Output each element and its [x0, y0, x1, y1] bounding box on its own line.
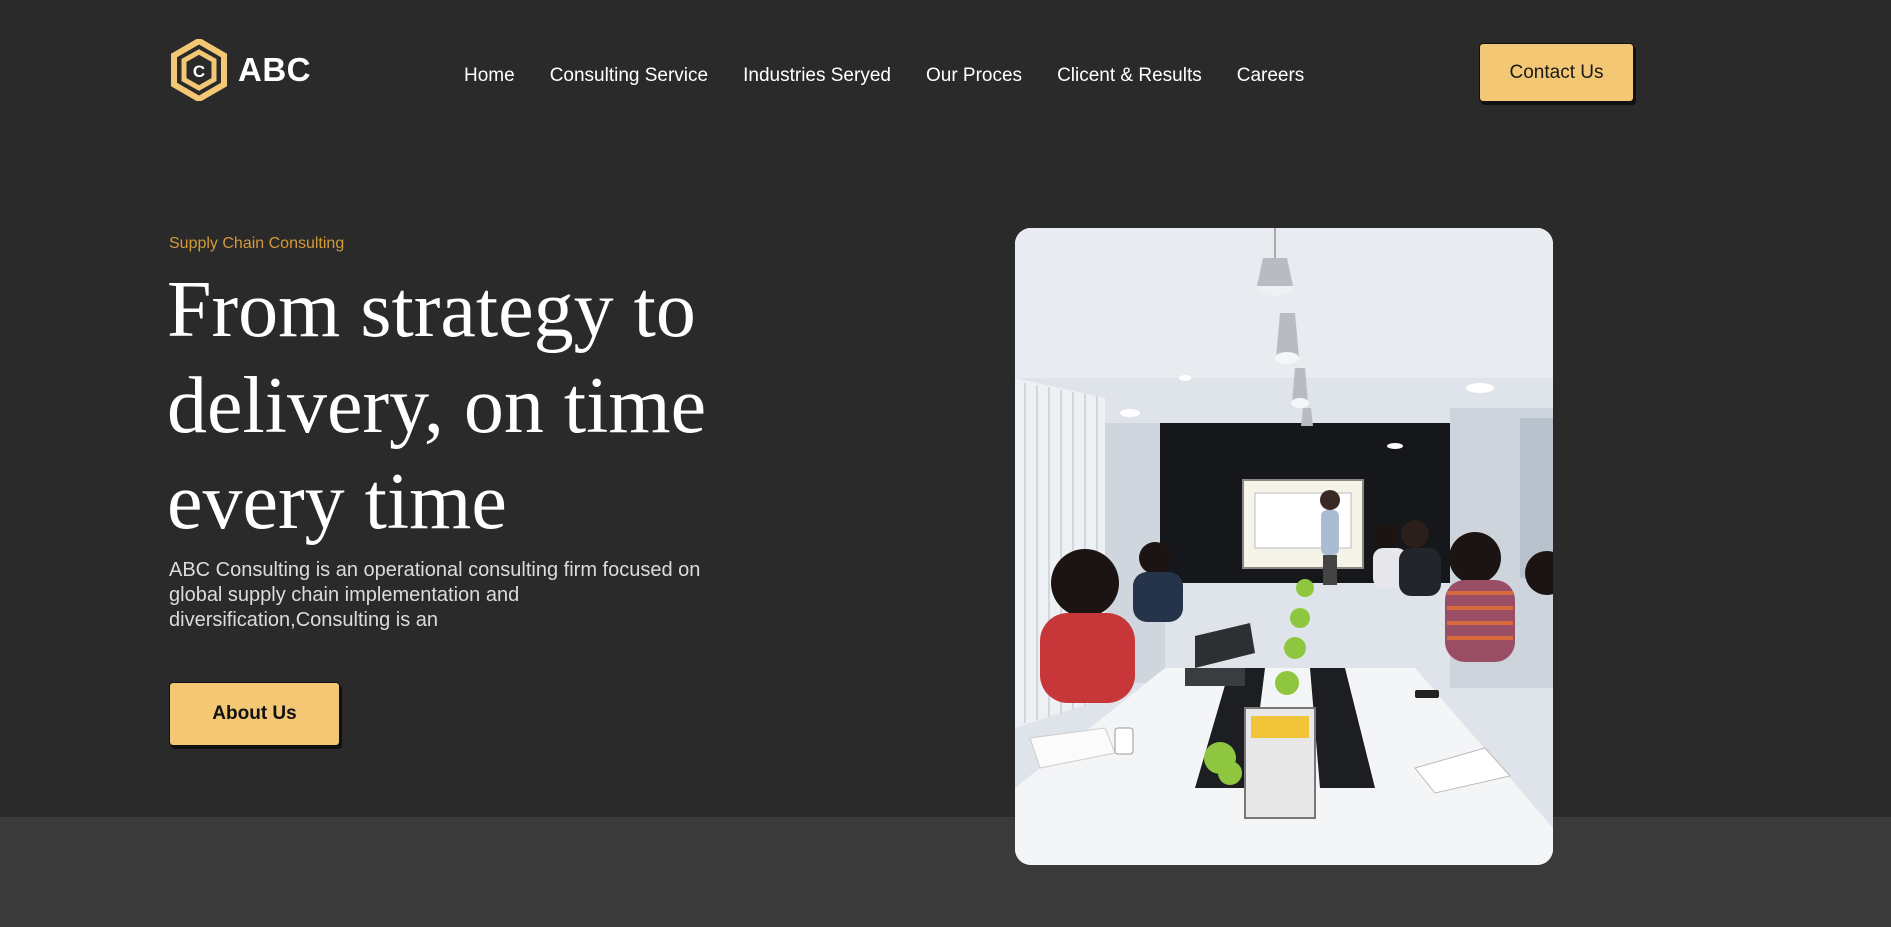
hero-eyebrow: Supply Chain Consulting: [169, 235, 345, 252]
nav-item-client-results[interactable]: Clicent & Results: [1057, 63, 1202, 89]
nav-item-careers[interactable]: Careers: [1237, 63, 1305, 89]
meeting-room-illustration: [1015, 228, 1553, 865]
nav-item-industries-served[interactable]: Industries Seryed: [743, 63, 891, 89]
hero-meeting-photo: [1015, 228, 1553, 865]
nav-item-home[interactable]: Home: [464, 63, 515, 89]
headline-line: every time: [167, 458, 507, 546]
logo-text: ABC: [238, 51, 311, 88]
page: C ABC Home Consulting Service Industries…: [0, 0, 1891, 927]
contact-us-button[interactable]: Contact Us: [1479, 43, 1634, 102]
logo[interactable]: C ABC: [168, 39, 311, 101]
hero-description: ABC Consulting is an operational consult…: [169, 559, 701, 631]
lower-band: [0, 817, 1891, 927]
headline-line: From strategy to: [167, 266, 696, 354]
hexagon-logo-icon: C: [171, 39, 227, 101]
nav-item-our-process[interactable]: Our Proces: [926, 63, 1022, 89]
main-nav: Home Consulting Service Industries Serye…: [464, 63, 1339, 89]
headline-line: delivery, on time: [167, 362, 707, 450]
logo-letter: C: [193, 62, 205, 81]
about-us-button[interactable]: About Us: [169, 682, 340, 746]
nav-item-consulting-service[interactable]: Consulting Service: [550, 63, 708, 89]
hero-headline: From strategy to delivery, on time every…: [167, 262, 787, 550]
